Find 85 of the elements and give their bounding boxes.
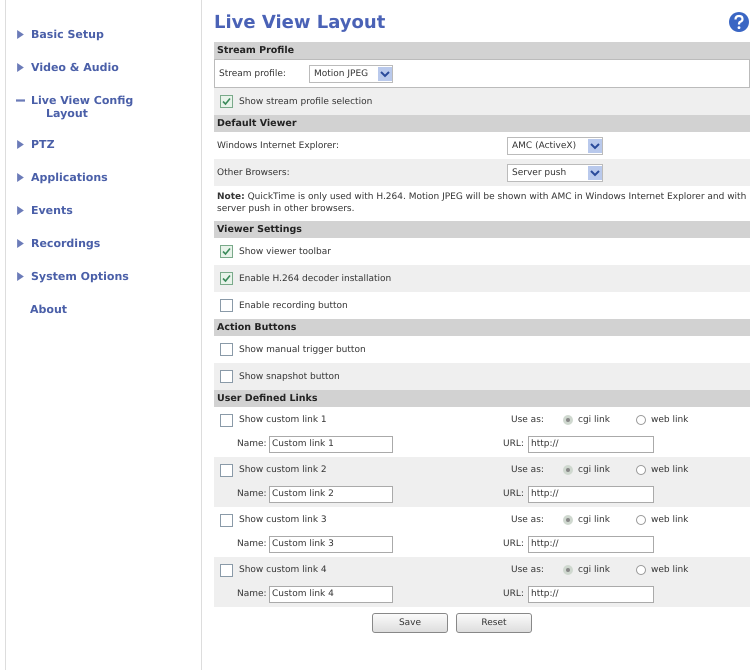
- radio-label: cgi link: [578, 465, 611, 476]
- dropdown[interactable]: AMC (ActiveX): [507, 136, 603, 154]
- radio-button[interactable]: [563, 415, 573, 426]
- radio-label: web link: [651, 415, 690, 426]
- field-label: URL:: [503, 489, 525, 500]
- sidebar-link[interactable]: About: [30, 302, 68, 316]
- sidebar-link[interactable]: Live View Config: [31, 94, 134, 106]
- dropdown[interactable]: Server push: [507, 164, 603, 182]
- checkbox[interactable]: [220, 414, 233, 427]
- radio-button[interactable]: [636, 565, 646, 576]
- checkbox[interactable]: [220, 564, 233, 577]
- field-label: Name:: [237, 439, 268, 450]
- sidebar-link[interactable]: Applications: [31, 170, 108, 184]
- url-field[interactable]: http://: [528, 436, 654, 453]
- checkbox-label: Show viewer toolbar: [239, 246, 331, 257]
- field-label: Use as:: [511, 415, 545, 426]
- radio-button[interactable]: [636, 515, 646, 526]
- radio-button[interactable]: [636, 465, 646, 476]
- caret-icon[interactable]: [588, 138, 602, 152]
- url-field[interactable]: http://: [528, 536, 654, 553]
- checkbox[interactable]: [220, 95, 233, 108]
- section-header: Viewer Settings: [214, 221, 750, 238]
- reset-button[interactable]: Reset: [456, 613, 532, 634]
- note-text: Note: QuickTime is only used with H.264. Motion JPEG will be shown with AMC in Windows Internet Explorer and with server push in other browsers.: [217, 192, 747, 216]
- caret-icon[interactable]: [378, 66, 392, 80]
- caret-icon[interactable]: [588, 166, 602, 180]
- field-label: URL:: [503, 439, 525, 450]
- field-label: URL:: [503, 589, 525, 600]
- field-label: Use as:: [511, 515, 545, 526]
- radio-button[interactable]: [563, 465, 573, 476]
- help-icon[interactable]: [728, 11, 750, 33]
- url-field[interactable]: http://: [528, 486, 654, 503]
- checkbox-label: Enable H.264 decoder installation: [239, 274, 392, 284]
- dropdown[interactable]: Motion JPEG: [309, 64, 393, 82]
- checkbox-label: Enable recording button: [239, 300, 348, 311]
- sidebar-link[interactable]: Basic Setup: [31, 28, 104, 40]
- section-header: User Defined Links: [214, 390, 750, 408]
- checkbox[interactable]: [220, 514, 233, 527]
- radio-label: web link: [651, 565, 690, 576]
- field-label: URL:: [503, 539, 525, 550]
- radio-label: cgi link: [578, 415, 611, 426]
- checkbox[interactable]: [220, 299, 233, 312]
- sidebar-link[interactable]: Video & Audio: [31, 60, 119, 74]
- sidebar-link[interactable]: PTZ: [31, 138, 55, 150]
- checkbox-label: Show custom link 1: [239, 415, 328, 426]
- checkbox[interactable]: [220, 343, 233, 356]
- name-field[interactable]: Custom link 4: [269, 586, 393, 603]
- section-header: Stream Profile: [214, 42, 750, 59]
- name-field[interactable]: Custom link 3: [269, 536, 393, 553]
- radio-label: web link: [651, 515, 690, 526]
- radio-button[interactable]: [563, 515, 573, 526]
- sidebar-link[interactable]: Recordings: [31, 236, 100, 250]
- page-title: Live View Layout: [214, 12, 386, 32]
- checkbox[interactable]: [220, 245, 233, 258]
- sidebar-link[interactable]: System Options: [31, 270, 129, 282]
- radio-label: cgi link: [578, 565, 611, 576]
- checkbox-label: Show snapshot button: [239, 372, 340, 382]
- field-label: Other Browsers:: [217, 168, 291, 178]
- checkbox-label: Show custom link 4: [239, 565, 328, 576]
- name-field[interactable]: Custom link 1: [269, 436, 393, 453]
- field-label: Stream profile:: [219, 68, 287, 78]
- sidebar-link[interactable]: Events: [31, 204, 73, 216]
- radio-button[interactable]: [636, 415, 646, 426]
- radio-label: cgi link: [578, 515, 611, 526]
- url-field[interactable]: http://: [528, 586, 654, 603]
- checkbox-label: Show stream profile selection: [239, 96, 372, 106]
- field-label: Use as:: [511, 565, 545, 576]
- field-label: Use as:: [511, 465, 545, 476]
- save-button[interactable]: Save: [372, 613, 448, 634]
- section-header: Default Viewer: [214, 115, 750, 132]
- checkbox[interactable]: [220, 464, 233, 477]
- checkbox-label: Show custom link 3: [239, 515, 328, 526]
- field-label: Name:: [237, 489, 268, 500]
- checkbox-label: Show custom link 2: [239, 465, 328, 476]
- radio-button[interactable]: [563, 565, 573, 576]
- radio-label: web link: [651, 465, 690, 476]
- field-label: Windows Internet Explorer:: [217, 140, 340, 150]
- name-field[interactable]: Custom link 2: [269, 486, 393, 503]
- checkbox[interactable]: [220, 272, 233, 286]
- section-header: Action Buttons: [214, 319, 750, 336]
- field-label: Name:: [237, 539, 268, 550]
- checkbox[interactable]: [220, 370, 233, 384]
- field-label: Name:: [237, 589, 268, 600]
- sidebar-sublink[interactable]: Layout: [46, 107, 201, 120]
- checkbox-label: Show manual trigger button: [239, 344, 366, 355]
